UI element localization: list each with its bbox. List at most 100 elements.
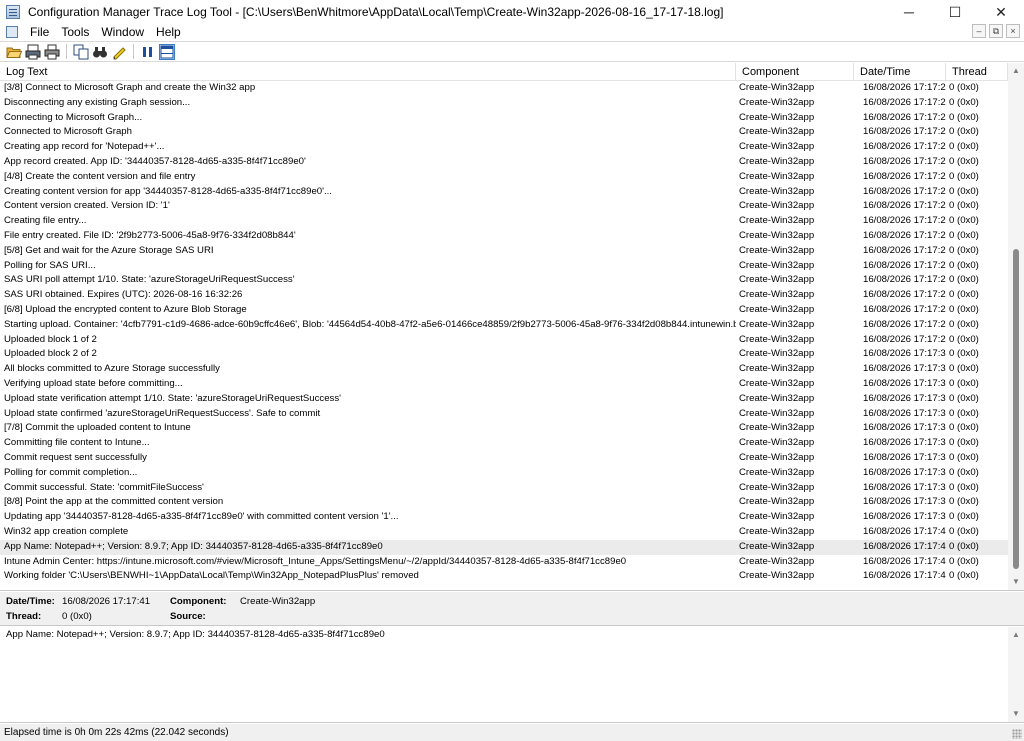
log-row[interactable]: Verifying upload state before committing… bbox=[0, 377, 1008, 392]
message-text: App Name: Notepad++; Version: 8.9.7; App… bbox=[6, 629, 385, 640]
log-row[interactable]: Uploaded block 2 of 2 Create-Win32app 16/0… bbox=[0, 347, 1008, 362]
menu-tools[interactable]: Tools bbox=[55, 24, 95, 40]
scroll-down-icon[interactable]: ▼ bbox=[1008, 706, 1024, 722]
log-row[interactable]: Content version created. Version ID: '1'… bbox=[0, 199, 1008, 214]
log-text-cell: [8/8] Point the app at the committed con… bbox=[4, 496, 224, 508]
log-row[interactable]: Creating file entry... Create-Win32app 16/… bbox=[0, 214, 1008, 229]
log-row[interactable]: Creating content version for app '344403… bbox=[0, 185, 1008, 200]
datetime-cell: 16/08/2026 17:17:39 bbox=[863, 496, 946, 508]
menu-help[interactable]: Help bbox=[150, 24, 187, 40]
datetime-cell: 16/08/2026 17:17:21 bbox=[863, 96, 946, 108]
log-row[interactable]: Win32 app creation complete Create-Win32a… bbox=[0, 525, 1008, 540]
log-row[interactable]: [4/8] Create the content version and fil… bbox=[0, 170, 1008, 185]
datetime-cell: 16/08/2026 17:17:23 bbox=[863, 200, 946, 212]
scroll-up-icon[interactable]: ▲ bbox=[1008, 627, 1024, 643]
column-header-component[interactable]: Component bbox=[736, 63, 854, 80]
thread-cell: 0 (0x0) bbox=[949, 170, 979, 182]
datetime-cell: 16/08/2026 17:17:34 bbox=[863, 407, 946, 419]
document-icon[interactable] bbox=[6, 26, 18, 38]
log-row[interactable]: App Name: Notepad++; Version: 8.9.7; App… bbox=[0, 539, 1008, 555]
log-row[interactable]: App record created. App ID: '34440357-81… bbox=[0, 155, 1008, 170]
log-row[interactable]: Upload state confirmed 'azureStorageUriR… bbox=[0, 407, 1008, 422]
log-row[interactable]: Committing file content to Intune... Crea… bbox=[0, 436, 1008, 451]
log-text-cell: Commit request sent successfully bbox=[4, 451, 147, 463]
log-row[interactable]: SAS URI obtained. Expires (UTC): 2026-08… bbox=[0, 288, 1008, 303]
component-cell: Create-Win32app bbox=[739, 496, 815, 508]
log-row[interactable]: [7/8] Commit the uploaded content to Int… bbox=[0, 421, 1008, 436]
log-row[interactable]: All blocks committed to Azure Storage su… bbox=[0, 362, 1008, 377]
component-cell: Create-Win32app bbox=[739, 392, 815, 404]
thread-cell: 0 (0x0) bbox=[949, 141, 979, 153]
scroll-down-icon[interactable]: ▼ bbox=[1008, 574, 1024, 590]
mdi-minimize-button[interactable]: – bbox=[972, 24, 986, 38]
thread-cell: 0 (0x0) bbox=[949, 215, 979, 227]
log-text-cell: [5/8] Get and wait for the Azure Storage… bbox=[4, 244, 214, 256]
datetime-cell: 16/08/2026 17:17:21 bbox=[863, 82, 946, 93]
log-row[interactable]: Polling for commit completion... Create-W… bbox=[0, 466, 1008, 481]
column-header-log-text[interactable]: Log Text bbox=[0, 63, 736, 80]
thread-cell: 0 (0x0) bbox=[949, 377, 979, 389]
log-row[interactable]: Working folder 'C:\Users\BENWHI~1\AppDat… bbox=[0, 569, 1008, 584]
open-folder-icon[interactable] bbox=[6, 44, 22, 60]
mdi-close-button[interactable]: × bbox=[1006, 24, 1020, 38]
message-pane[interactable]: App Name: Notepad++; Version: 8.9.7; App… bbox=[0, 627, 1024, 723]
component-cell: Create-Win32app bbox=[739, 318, 815, 330]
component-cell: Create-Win32app bbox=[739, 555, 815, 567]
highlight-icon[interactable] bbox=[111, 44, 127, 60]
scroll-up-icon[interactable]: ▲ bbox=[1008, 63, 1024, 79]
datetime-cell: 16/08/2026 17:17:34 bbox=[863, 451, 946, 463]
log-text-cell: Commit successful. State: 'commitFileSuc… bbox=[4, 481, 204, 493]
log-row[interactable]: SAS URI poll attempt 1/10. State: 'azure… bbox=[0, 273, 1008, 288]
message-scrollbar[interactable]: ▲ ▼ bbox=[1008, 627, 1024, 722]
close-button[interactable]: ✕ bbox=[978, 0, 1024, 24]
log-row[interactable]: Upload state verification attempt 1/10. … bbox=[0, 392, 1008, 407]
log-row[interactable]: Connecting to Microsoft Graph... Create-W… bbox=[0, 111, 1008, 126]
log-text-cell: SAS URI poll attempt 1/10. State: 'azure… bbox=[4, 274, 295, 286]
log-row[interactable]: Commit request sent successfully Create-W… bbox=[0, 451, 1008, 466]
component-cell: Create-Win32app bbox=[739, 377, 815, 389]
thread-cell: 0 (0x0) bbox=[949, 155, 979, 167]
log-row[interactable]: File entry created. File ID: '2f9b2773-5… bbox=[0, 229, 1008, 244]
log-row[interactable]: [5/8] Get and wait for the Azure Storage… bbox=[0, 244, 1008, 259]
thread-cell: 0 (0x0) bbox=[949, 540, 979, 552]
log-text-cell: Creating file entry... bbox=[4, 215, 87, 227]
log-row[interactable]: Starting upload. Container: '4cfb7791-c1… bbox=[0, 318, 1008, 333]
pause-icon[interactable] bbox=[140, 44, 156, 60]
component-cell: Create-Win32app bbox=[739, 200, 815, 212]
thread-cell: 0 (0x0) bbox=[949, 126, 979, 138]
mdi-restore-button[interactable]: ⧉ bbox=[989, 24, 1003, 38]
component-cell: Create-Win32app bbox=[739, 422, 815, 434]
menu-window[interactable]: Window bbox=[95, 24, 150, 40]
thread-cell: 0 (0x0) bbox=[949, 422, 979, 434]
menu-file[interactable]: File bbox=[24, 24, 55, 40]
log-row[interactable]: [3/8] Connect to Microsoft Graph and cre… bbox=[0, 81, 1008, 96]
print-icon[interactable] bbox=[44, 44, 60, 60]
details-pane-icon[interactable] bbox=[159, 43, 175, 60]
component-cell: Create-Win32app bbox=[739, 525, 815, 537]
log-row[interactable]: Updating app '34440357-8128-4d65-a335-8f… bbox=[0, 510, 1008, 525]
log-row[interactable]: Disconnecting any existing Graph session… bbox=[0, 96, 1008, 111]
log-row[interactable]: Commit successful. State: 'commitFileSuc… bbox=[0, 481, 1008, 496]
mdi-controls: – ⧉ × bbox=[972, 24, 1020, 38]
datetime-value: 16/08/2026 17:17:41 bbox=[62, 596, 151, 607]
log-row[interactable]: [8/8] Point the app at the committed con… bbox=[0, 495, 1008, 510]
thread-cell: 0 (0x0) bbox=[949, 289, 979, 301]
scroll-thumb[interactable] bbox=[1013, 249, 1019, 569]
copy-icon[interactable] bbox=[73, 44, 89, 60]
log-row[interactable]: Uploaded block 1 of 2 Create-Win32app 16/0… bbox=[0, 333, 1008, 348]
column-header-datetime[interactable]: Date/Time bbox=[854, 63, 946, 80]
maximize-button[interactable]: ☐ bbox=[932, 0, 978, 24]
print-preview-icon[interactable] bbox=[25, 44, 41, 60]
log-row[interactable]: [6/8] Upload the encrypted content to Az… bbox=[0, 303, 1008, 318]
vertical-scrollbar[interactable]: ▲ ▼ bbox=[1008, 63, 1024, 590]
column-header-thread[interactable]: Thread bbox=[946, 63, 1008, 80]
resize-grip-icon[interactable] bbox=[1012, 729, 1022, 739]
log-row[interactable]: Intune Admin Center: https://intune.micr… bbox=[0, 555, 1008, 570]
log-row[interactable]: Creating app record for 'Notepad++'... Cr… bbox=[0, 140, 1008, 155]
minimize-button[interactable]: ─ bbox=[886, 0, 932, 24]
find-icon[interactable] bbox=[92, 44, 108, 60]
log-row[interactable]: Polling for SAS URI... Create-Win32app 16/… bbox=[0, 259, 1008, 274]
component-cell: Create-Win32app bbox=[739, 229, 815, 241]
log-row[interactable]: Connected to Microsoft Graph Create-Win32… bbox=[0, 125, 1008, 140]
elapsed-time-text: Elapsed time is 0h 0m 22s 42ms (22.042 s… bbox=[4, 727, 229, 738]
